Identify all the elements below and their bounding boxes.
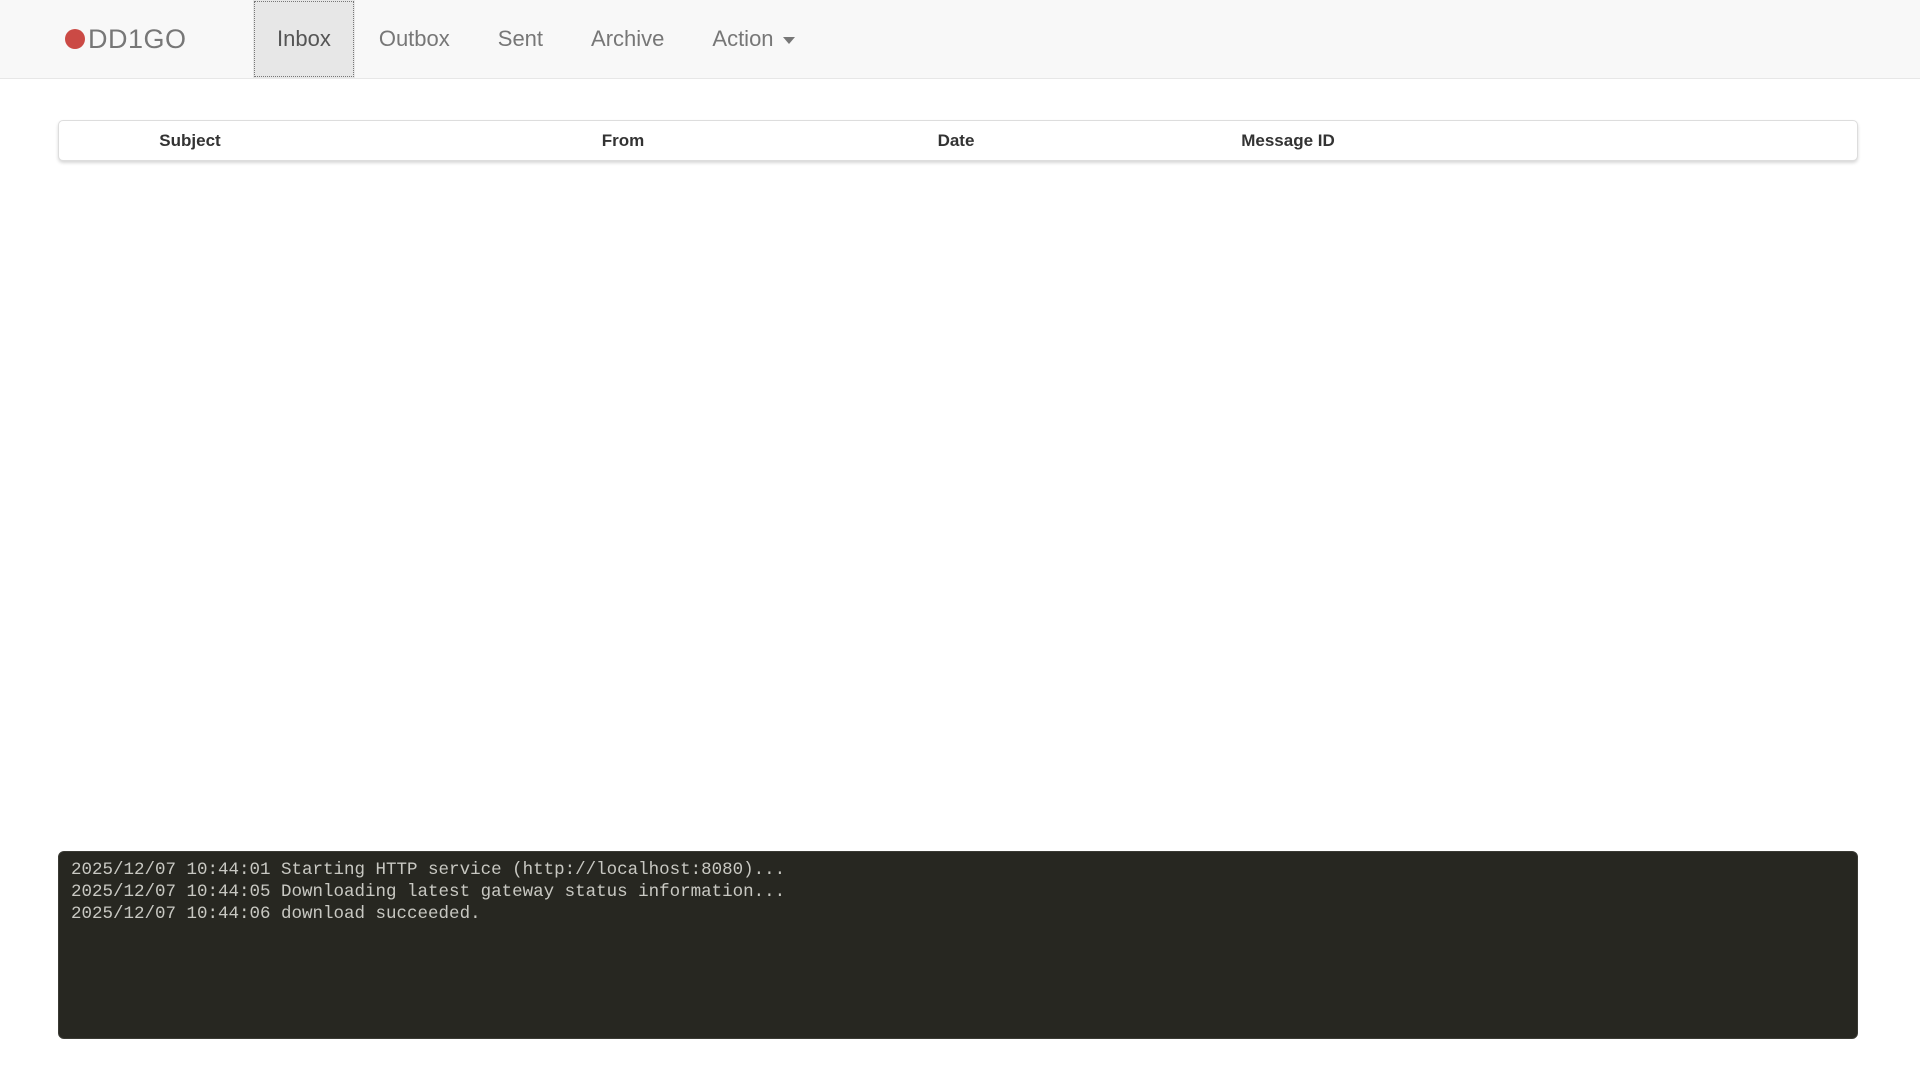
caret-down-icon — [783, 37, 795, 44]
log-line: 2025/12/07 10:44:06 download succeeded. — [71, 903, 1845, 925]
navbar: DD1GO Inbox Outbox Sent Archive Action — [0, 0, 1920, 79]
log-console: 2025/12/07 10:44:01 Starting HTTP servic… — [58, 851, 1858, 1039]
brand-dot-icon — [65, 29, 85, 49]
log-line: 2025/12/07 10:44:01 Starting HTTP servic… — [71, 859, 1845, 881]
tab-archive[interactable]: Archive — [567, 0, 688, 78]
column-header-message-id: Message ID — [1241, 131, 1335, 151]
column-header-subject: Subject — [159, 131, 220, 151]
tab-sent[interactable]: Sent — [474, 0, 567, 78]
column-header-from: From — [602, 131, 645, 151]
log-line: 2025/12/07 10:44:05 Downloading latest g… — [71, 881, 1845, 903]
tab-action-dropdown[interactable]: Action — [688, 0, 818, 78]
tab-outbox[interactable]: Outbox — [355, 0, 474, 78]
column-header-date: Date — [938, 131, 975, 151]
main-nav: Inbox Outbox Sent Archive Action — [253, 0, 819, 78]
message-table-header: Subject From Date Message ID — [58, 120, 1858, 161]
tab-action-label: Action — [712, 26, 773, 51]
tab-inbox[interactable]: Inbox — [253, 0, 355, 78]
brand-link[interactable]: DD1GO — [65, 0, 187, 78]
brand-title: DD1GO — [88, 24, 187, 55]
